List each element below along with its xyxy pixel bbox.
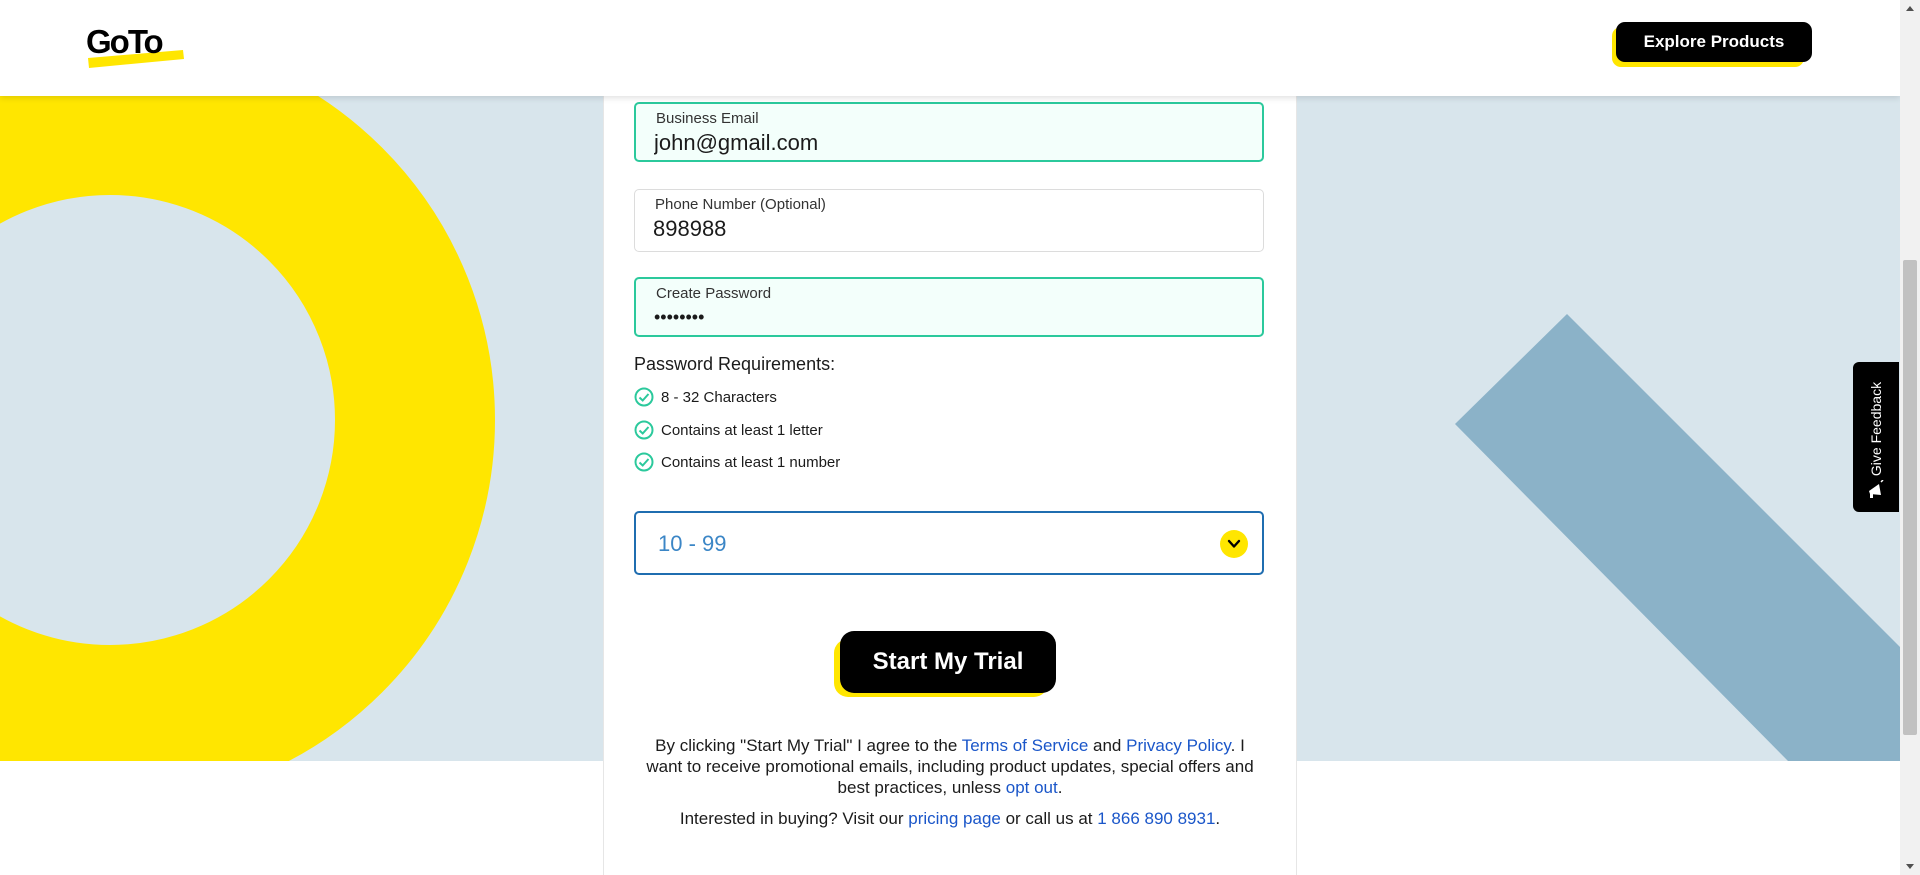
- requirement-label: 8 - 32 Characters: [661, 388, 777, 406]
- page: GoTo Explore Products Business Email Pho…: [0, 0, 1920, 875]
- start-trial-wrap: Start My Trial: [834, 631, 1060, 701]
- requirement-label: Contains at least 1 letter: [661, 421, 823, 439]
- phone-label: Phone Number (Optional): [655, 196, 826, 213]
- requirement-item: Contains at least 1 letter: [634, 419, 823, 441]
- password-requirements-title: Password Requirements:: [634, 354, 836, 374]
- requirement-item: 8 - 32 Characters: [634, 386, 777, 408]
- requirement-item: Contains at least 1 number: [634, 451, 840, 473]
- pricing-page-link[interactable]: pricing page: [908, 809, 1001, 828]
- check-circle-icon: [634, 452, 654, 472]
- explore-products-button[interactable]: Explore Products: [1616, 22, 1812, 62]
- buying-prefix: Interested in buying? Visit our: [679, 809, 909, 828]
- feedback-label: Give Feedback: [1868, 381, 1884, 477]
- scroll-down-arrow-icon[interactable]: [1900, 857, 1920, 875]
- legal-and: and: [1088, 736, 1127, 755]
- phone-input[interactable]: [653, 216, 1213, 242]
- buying-info-text: Interested in buying? Visit our pricing …: [604, 809, 1296, 829]
- chevron-down-icon[interactable]: [1220, 530, 1248, 558]
- opt-out-link[interactable]: opt out: [1006, 778, 1058, 797]
- phone-field[interactable]: Phone Number (Optional): [634, 189, 1264, 252]
- blue-diagonal-shape: [1455, 314, 1900, 761]
- give-feedback-tab[interactable]: Give Feedback: [1853, 362, 1899, 512]
- legal-suffix: .: [1057, 778, 1063, 797]
- yellow-ring-shape: [0, 96, 495, 761]
- buying-middle: or call us at: [1000, 809, 1098, 828]
- vertical-scrollbar[interactable]: [1900, 0, 1920, 875]
- signup-form-panel: Business Email Phone Number (Optional) C…: [603, 96, 1297, 875]
- legal-consent-text: By clicking "Start My Trial" I agree to …: [644, 735, 1256, 798]
- megaphone-icon: [1869, 480, 1884, 498]
- company-size-value: 10 - 99: [658, 531, 727, 556]
- requirement-label: Contains at least 1 number: [661, 453, 841, 471]
- site-header: GoTo Explore Products: [0, 0, 1900, 96]
- scrollbar-thumb[interactable]: [1903, 260, 1917, 735]
- password-label: Create Password: [656, 285, 772, 302]
- scroll-up-arrow-icon[interactable]: [1900, 0, 1920, 18]
- email-field[interactable]: Business Email: [634, 102, 1264, 162]
- company-size-select[interactable]: 10 - 99: [634, 511, 1264, 575]
- legal-prefix: By clicking "Start My Trial" I agree to …: [655, 736, 962, 755]
- check-circle-icon: [634, 387, 654, 407]
- password-input[interactable]: [654, 307, 1214, 328]
- email-label: Business Email: [656, 110, 759, 127]
- svg-text:GoTo: GoTo: [86, 23, 163, 60]
- email-input[interactable]: [654, 130, 1214, 156]
- explore-products-wrap: Explore Products: [1612, 22, 1812, 68]
- buying-suffix: .: [1215, 809, 1221, 828]
- privacy-policy-link[interactable]: Privacy Policy: [1126, 736, 1231, 755]
- goto-logo[interactable]: GoTo: [86, 20, 186, 74]
- terms-of-service-link[interactable]: Terms of Service: [962, 736, 1089, 755]
- check-circle-icon: [634, 420, 654, 440]
- sales-phone-link[interactable]: 1 866 890 8931: [1097, 809, 1215, 828]
- password-field[interactable]: Create Password: [634, 277, 1264, 337]
- goto-logo-icon: GoTo: [86, 23, 184, 68]
- start-my-trial-button[interactable]: Start My Trial: [840, 631, 1056, 693]
